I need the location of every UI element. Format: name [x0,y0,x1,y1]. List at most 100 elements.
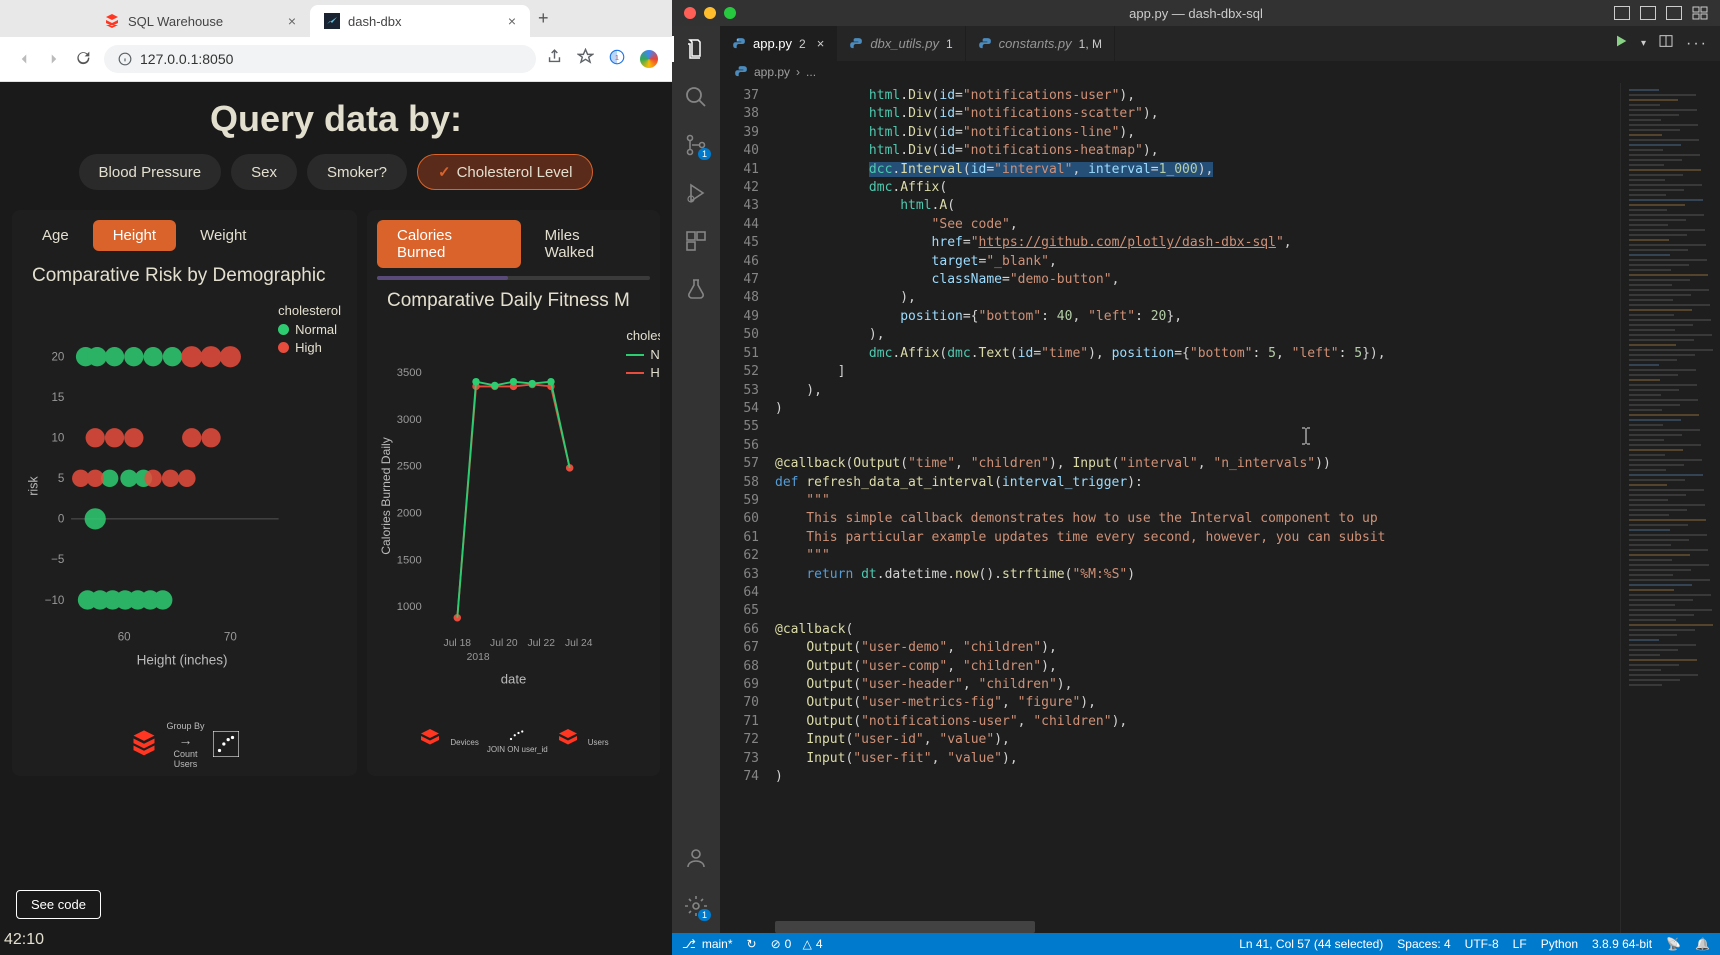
close-tab-icon[interactable]: × [288,13,296,29]
line-chart[interactable]: choles N H 3500 3000 2500 2000 1500 1000 [373,318,654,718]
filter-sex[interactable]: Sex [231,154,297,190]
cursor-position[interactable]: Ln 41, Col 57 (44 selected) [1239,937,1383,951]
language-mode[interactable]: Python [1541,937,1578,951]
run-file-icon[interactable] [1613,33,1629,54]
toggle-panel-icon[interactable] [1640,6,1656,20]
browser-tab-sql-warehouse[interactable]: SQL Warehouse × [90,5,310,37]
code-editor[interactable]: 37 38 39 40 41 42 43 44 45 46 47 48 49 5… [720,83,1720,933]
filter-cholesterol[interactable]: ✓ Cholesterol Level [417,154,593,190]
account-icon[interactable] [683,845,709,871]
tab-age[interactable]: Age [22,220,89,251]
databricks-icon [104,13,120,29]
python-interpreter[interactable]: 3.8.9 64-bit [1592,937,1652,951]
tab-badge: 1, M [1079,37,1102,51]
line-gutter: 37 38 39 40 41 42 43 44 45 46 47 48 49 5… [720,83,775,933]
indentation-status[interactable]: Spaces: 4 [1397,937,1450,951]
minimize-window-icon[interactable] [704,7,716,19]
text-cursor-icon [1205,409,1207,427]
svg-text:20: 20 [51,352,64,364]
back-button[interactable] [14,49,34,69]
databricks-logo-icon [130,728,158,763]
line-svg: 3500 3000 2500 2000 1500 1000 Calories B… [373,318,654,693]
users-label: Users [166,759,204,770]
explorer-icon[interactable] [683,36,709,62]
horizontal-scrollbar[interactable] [775,921,1035,933]
share-icon[interactable] [546,48,563,70]
live-share-icon[interactable] [1666,937,1681,951]
svg-text:Jul 20: Jul 20 [490,638,518,649]
svg-text:−5: −5 [51,554,64,566]
encoding-status[interactable]: UTF-8 [1465,937,1499,951]
close-tab-icon[interactable]: × [817,36,825,51]
tab-weight[interactable]: Weight [180,220,266,251]
editor-tab-dbx-utils[interactable]: dbx_utils.py 1 [837,26,965,61]
search-icon[interactable] [683,84,709,110]
svg-text:1500: 1500 [397,554,422,566]
source-control-icon[interactable]: 1 [683,132,709,158]
minimap[interactable] [1620,83,1720,933]
activity-bar: 1 1 [672,26,720,933]
left-footer-logo: Group By → Count Users [18,713,351,770]
git-branch-status[interactable]: main* [682,937,733,951]
editor-actions: ▾ ··· [1613,26,1720,61]
toggle-secondary-icon[interactable] [1666,6,1682,20]
forward-button[interactable] [44,49,64,69]
breadcrumb[interactable]: app.py › ... [720,61,1720,83]
editor-tabs: app.py 2 × dbx_utils.py 1 constants.py [720,26,1720,61]
extension-icon[interactable]: 1 [608,48,626,71]
svg-text:0: 0 [58,514,64,526]
bookmark-icon[interactable] [577,48,594,70]
extensions-icon[interactable] [683,228,709,254]
python-file-icon [849,37,863,51]
sync-status-icon[interactable] [747,937,757,951]
close-window-icon[interactable] [684,7,696,19]
code-content[interactable]: html.Div(id="notifications-user"), html.… [775,83,1620,933]
toggle-sidebar-icon[interactable] [1614,6,1630,20]
settings-icon[interactable]: 1 [683,893,709,919]
tab-calories[interactable]: Calories Burned [377,220,521,268]
vscode-window: app.py — dash-dbx-sql 1 [672,0,1720,955]
reload-button[interactable] [74,49,94,69]
chrome-apps-icon[interactable] [640,50,658,68]
close-tab-icon[interactable]: × [508,13,516,29]
right-panel: Calories Burned Miles Walked Comparative… [367,210,660,776]
editor-tab-app[interactable]: app.py 2 × [720,26,837,61]
address-bar[interactable]: 127.0.0.1:8050 [104,45,536,73]
svg-text:Height (inches): Height (inches) [137,653,228,668]
svg-text:date: date [501,671,527,686]
python-file-icon [978,37,992,51]
filter-pills: Blood Pressure Sex Smoker? ✓ Cholesterol… [0,154,672,190]
split-editor-icon[interactable] [1658,33,1674,54]
svg-text:10: 10 [51,433,64,445]
toolbar-right: 1 [546,48,658,71]
more-actions-icon[interactable]: ··· [1686,35,1708,53]
fullscreen-window-icon[interactable] [724,7,736,19]
see-code-button[interactable]: See code [16,890,101,919]
notifications-icon[interactable] [1695,937,1710,951]
time-display: 42:10 [4,931,44,949]
settings-badge: 1 [698,909,711,921]
browser-tab-dash-dbx[interactable]: dash-dbx × [310,5,530,37]
svg-text:3000: 3000 [397,414,422,426]
run-debug-icon[interactable] [683,180,709,206]
editor-tab-constants[interactable]: constants.py 1, M [966,26,1115,61]
scatter-chart[interactable]: cholesterol Normal High 20 15 10 5 0 −5 [18,293,351,713]
site-info-icon [118,52,132,66]
svg-text:3500: 3500 [397,367,422,379]
filter-smoker[interactable]: Smoker? [307,154,407,190]
filter-label: Cholesterol Level [457,164,573,181]
right-chart-title: Comparative Daily Fitness M [373,280,654,318]
new-tab-button[interactable]: + [530,0,557,37]
vscode-titlebar: app.py — dash-dbx-sql [672,0,1720,26]
tab-badge: 1 [946,37,953,51]
status-bar: main* 0 4 Ln 41, Col 57 (44 selected) Sp… [672,933,1720,955]
tab-height[interactable]: Height [93,220,176,251]
left-chart-title: Comparative Risk by Demographic [18,255,351,293]
filter-blood-pressure[interactable]: Blood Pressure [79,154,222,190]
tab-miles[interactable]: Miles Walked [525,220,650,268]
customize-layout-icon[interactable] [1692,6,1708,20]
problems-status[interactable]: 0 4 [771,937,823,951]
eol-status[interactable]: LF [1513,937,1527,951]
testing-icon[interactable] [683,276,709,302]
run-dropdown-icon[interactable]: ▾ [1641,38,1646,49]
